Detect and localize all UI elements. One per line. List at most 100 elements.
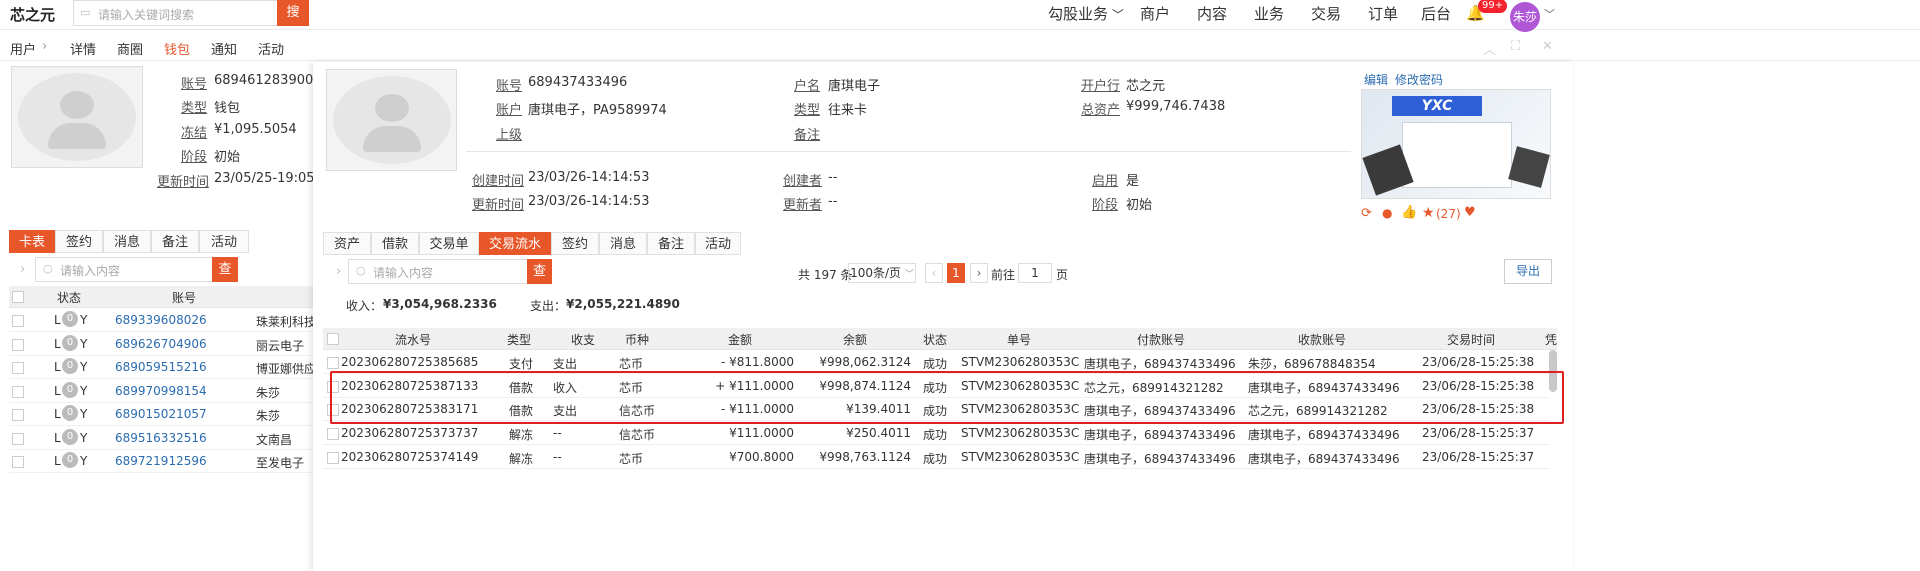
tab-activity[interactable]: 活动 [695, 232, 741, 255]
field-value: 是 [1126, 174, 1140, 189]
select-all-checkbox[interactable] [327, 333, 339, 345]
row-checkbox[interactable] [12, 385, 24, 398]
row-checkbox[interactable] [12, 362, 24, 374]
nav-business[interactable]: 业务 [1254, 3, 1284, 24]
tab-trade-order[interactable]: 交易单 [419, 232, 479, 255]
chevron-down-icon[interactable]: ﹀ [1544, 6, 1555, 22]
tab-remark[interactable]: 备注 [647, 232, 695, 255]
status-toggle[interactable]: 0 [62, 405, 78, 421]
close-icon[interactable]: ✕ [1542, 39, 1553, 54]
table-row[interactable]: 202306280725373737 解冻 -- 信芯币 ¥111.0000 ¥250.4… [323, 422, 1549, 446]
field-label: 启用 [1092, 174, 1119, 189]
change-password-link[interactable]: 修改密码 [1395, 71, 1443, 88]
product-image: YXC [1361, 89, 1551, 199]
nav-order[interactable]: 订单 [1368, 3, 1398, 24]
nav-content[interactable]: 内容 [1197, 3, 1227, 24]
tab-card[interactable]: 卡表 [9, 230, 55, 253]
status-toggle[interactable]: 0 [62, 311, 78, 327]
tab-assets[interactable]: 资产 [323, 232, 371, 255]
status-l: L [54, 407, 61, 421]
page-1-button[interactable]: 1 [947, 263, 965, 283]
flow-search-input[interactable]: ○ 请输入内容 [348, 259, 528, 284]
subnav-circle[interactable]: 商圈 [117, 39, 143, 58]
tab-remark[interactable]: 备注 [151, 230, 199, 253]
nav-admin[interactable]: 后台 [1421, 3, 1451, 24]
nav-gougu[interactable]: 勾股业务 ﹀ [1048, 3, 1124, 24]
row-checkbox[interactable] [12, 409, 24, 421]
subnav-notice[interactable]: 通知 [211, 39, 237, 58]
tab-trade-flow[interactable]: 交易流水 [479, 232, 551, 255]
left-search-button[interactable]: 查 [212, 257, 238, 282]
field-label: 账号 [496, 79, 523, 94]
row-checkbox[interactable] [327, 357, 339, 369]
edit-link[interactable]: 编辑 [1364, 71, 1388, 88]
comment-icon[interactable]: ● [1382, 206, 1392, 220]
account-link[interactable]: 689339608026 [115, 313, 207, 327]
tab-message[interactable]: 消息 [599, 232, 647, 255]
nav-trade[interactable]: 交易 [1311, 3, 1341, 24]
global-search-input[interactable]: ▭ 请输入关键词搜索 [73, 0, 278, 26]
export-button[interactable]: 导出 [1504, 259, 1552, 284]
account-link[interactable]: 689626704906 [115, 337, 207, 351]
refresh-icon[interactable]: ⟳ [1361, 206, 1372, 221]
row-checkbox[interactable] [327, 451, 339, 464]
row-checkbox[interactable] [12, 315, 24, 327]
nav-merchant[interactable]: 商户 [1140, 3, 1170, 24]
status-toggle[interactable]: 0 [62, 381, 78, 398]
table-row[interactable]: L 0 Y 689721912596 至发电子 [9, 450, 315, 473]
star-icon[interactable]: ★ [1422, 205, 1435, 221]
table-row[interactable]: L 0 Y 689015021057 朱莎 [9, 403, 315, 426]
account-link[interactable]: 689516332516 [115, 431, 207, 445]
table-row[interactable]: 202306280725374149 解冻 -- 芯币 ¥700.8000 ¥998,76… [323, 446, 1549, 469]
status-toggle[interactable]: 0 [62, 452, 78, 468]
flow-search-button[interactable]: 查 [527, 259, 552, 284]
cell-10: 23/06/28-15:25:38 [1422, 355, 1535, 369]
tab-loan[interactable]: 借款 [371, 232, 419, 255]
status-toggle[interactable]: 0 [62, 334, 78, 351]
status-toggle[interactable]: 0 [62, 428, 78, 445]
thumbs-up-icon[interactable]: 👍 [1401, 205, 1417, 220]
user-avatar[interactable]: 朱莎 [1510, 2, 1540, 32]
status-l: L [54, 454, 61, 468]
table-row[interactable]: L 0 Y 689339608026 珠莱利科技 [9, 309, 315, 332]
status-toggle[interactable]: 0 [62, 358, 78, 374]
subnav-detail[interactable]: 详情 [70, 39, 96, 58]
select-all-checkbox[interactable] [12, 291, 24, 303]
cell-7: STVM2306280353C [961, 355, 1080, 369]
prev-page-button[interactable]: ‹ [925, 263, 943, 283]
row-checkbox[interactable] [12, 456, 24, 468]
field-value: 初始 [1126, 198, 1153, 213]
table-row[interactable]: L 0 Y 689516332516 文南昌 [9, 427, 315, 450]
subnav-user[interactable]: 用户 [10, 39, 36, 58]
next-page-button[interactable]: › [970, 263, 988, 283]
flow-table-header: 流水号 类型 收支 币种 金额 余额 状态 单号 付款账号 收款账号 交易时间 … [323, 328, 1557, 350]
chevron-right-icon[interactable]: › [20, 262, 25, 277]
account-link[interactable]: 689970998154 [115, 384, 207, 398]
heart-icon[interactable]: ♥ [1464, 205, 1476, 220]
page-size-select[interactable]: 100条/页 ﹀ [848, 263, 916, 283]
subnav-wallet[interactable]: 钱包 [164, 39, 190, 58]
cell-3: 信芯币 [619, 428, 656, 443]
tab-sign[interactable]: 签约 [551, 232, 599, 255]
table-row[interactable]: L 0 Y 689970998154 朱莎 [9, 380, 315, 403]
table-row[interactable]: L 0 Y 689059515216 博亚娜供应 [9, 356, 315, 379]
row-checkbox[interactable] [12, 432, 24, 445]
table-row[interactable]: L 0 Y 689626704906 丽云电子 [9, 333, 315, 356]
left-search-input[interactable]: ○ 请输入内容 [35, 257, 213, 282]
row-checkbox[interactable] [12, 338, 24, 351]
tab-message[interactable]: 消息 [103, 230, 151, 253]
tab-sign[interactable]: 签约 [55, 230, 103, 253]
account-link[interactable]: 689721912596 [115, 454, 207, 468]
tab-activity[interactable]: 活动 [199, 230, 249, 253]
collapse-icon[interactable]: ︿ [1483, 39, 1496, 58]
account-link[interactable]: 689015021057 [115, 407, 207, 421]
fullscreen-icon[interactable]: ⛶ [1511, 39, 1520, 54]
cell-0: 202306280725374149 [341, 449, 479, 464]
chevron-right-icon[interactable]: › [336, 264, 341, 279]
goto-page-input[interactable]: 1 [1018, 263, 1052, 283]
row-checkbox[interactable] [327, 428, 339, 441]
subnav-activity[interactable]: 活动 [258, 39, 284, 58]
page-size-value: 100条/页 [850, 266, 902, 280]
account-link[interactable]: 689059515216 [115, 360, 207, 374]
global-search-button[interactable]: 搜 [277, 0, 309, 26]
